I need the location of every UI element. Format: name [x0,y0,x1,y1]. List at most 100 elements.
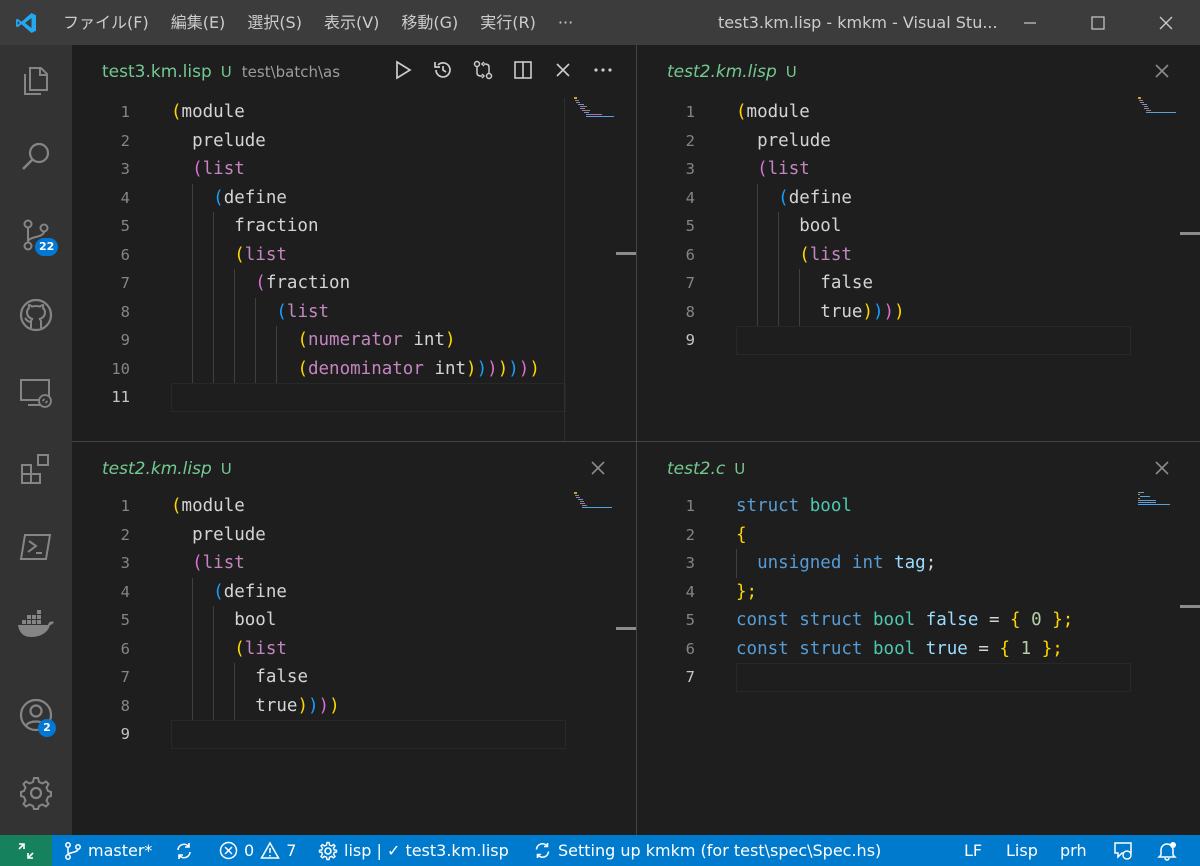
code-line: bool [234,610,277,630]
editor-group-top-right: test2.km.lisp U 1 (module 2 prelude 3 (li… [637,45,1200,441]
code-line: true)))) [255,695,340,716]
bell-icon [1157,841,1177,861]
github-icon[interactable] [0,287,72,343]
editor-tab[interactable]: test3.km.lisp U test\batch\as [72,45,636,98]
eol-status[interactable]: LF [964,835,982,866]
feedback-button[interactable] [1112,835,1134,866]
untracked-status: U [785,62,797,81]
problems-status[interactable]: 0 7 [219,835,296,866]
notifications-button[interactable] [1157,835,1177,866]
split-editor-icon[interactable] [512,59,534,85]
untracked-status: U [220,62,232,81]
line-number: 6 [120,245,130,264]
line-number: 10 [111,359,130,378]
line-number: 1 [120,103,130,121]
accounts-icon[interactable]: 2 [0,687,72,743]
editor-tab[interactable]: test2.km.lisp U [72,442,636,495]
menu-selection[interactable]: 選択(S) [236,0,313,45]
tab-title[interactable]: test2.c [667,459,725,479]
error-icon [219,841,238,860]
code-line: (define [213,187,287,208]
minimize-button[interactable] [996,0,1064,45]
code-line: (list [757,159,810,179]
scrollbar-thumb[interactable] [616,627,636,630]
code-line: bool [799,216,842,236]
source-control-icon[interactable]: 22 [0,207,72,263]
menu-go[interactable]: 移動(G) [390,0,469,45]
code-line: prelude [757,130,831,151]
warning-count: 7 [286,841,297,860]
minimap[interactable] [1138,492,1180,522]
code-editor[interactable]: 1 struct bool 2{ 3 unsigned int tag; 4}; … [637,492,1131,692]
code-line: const struct bool false = { 0 }; [736,610,1074,630]
line-number: 5 [120,217,130,235]
lisp-task-status[interactable]: lisp | ✓ test3.km.lisp [318,835,509,866]
run-icon[interactable] [392,59,414,85]
menu-view[interactable]: 表示(V) [313,0,390,45]
line-number: 2 [685,131,695,150]
branch-status[interactable]: master* [64,835,152,866]
line-number: 9 [685,331,695,349]
editor-tab[interactable]: test2.c U [637,442,1200,495]
tab-title[interactable]: test2.km.lisp [102,459,212,479]
code-editor[interactable]: 1 (module 2 prelude 3 (list 4 (define 5 b… [637,98,1131,355]
language-mode-status[interactable]: Lisp [1006,835,1038,866]
close-window-button[interactable] [1132,0,1200,45]
code-line: (fraction [255,273,351,293]
line-number: 4 [120,188,130,207]
tab-title[interactable]: test3.km.lisp [102,62,212,82]
settings-gear-icon[interactable] [0,765,72,821]
menu-more[interactable]: ··· [547,0,584,45]
close-icon[interactable] [588,458,608,478]
docker-icon[interactable] [0,597,72,653]
more-actions-icon[interactable] [592,59,614,85]
line-number: 6 [685,639,695,658]
activity-bar: 22 2 [0,45,72,835]
scrollbar-thumb[interactable] [1180,232,1200,235]
minimap[interactable] [574,492,616,522]
scrollbar-thumb[interactable] [1180,605,1200,608]
gear-icon [318,841,338,860]
tab-title[interactable]: test2.km.lisp [667,62,777,82]
open-changes-icon[interactable] [472,59,494,85]
progress-status[interactable]: Setting up kmkm (for test\spec\Spec.hs) [533,835,881,866]
extensions-icon[interactable] [0,441,72,497]
status-bar: master* 0 7 lisp | ✓ test3.km.lisp Setti… [0,835,1200,866]
code-editor[interactable]: 1 (module 2 prelude 3 (list 4 (define 5 f… [72,98,568,412]
prh-status[interactable]: prh [1060,835,1087,866]
close-icon[interactable] [1152,458,1172,478]
timeline-history-icon[interactable] [432,59,454,85]
minimap-shadow [564,98,565,441]
title-bar: ファイル(F) 編集(E) 選択(S) 表示(V) 移動(G) 実行(R) ··… [0,0,1200,45]
code-line: prelude [192,130,266,151]
close-icon[interactable] [552,59,574,85]
menu-file[interactable]: ファイル(F) [52,0,160,45]
sync-button[interactable] [174,835,194,866]
current-line-highlight [736,326,1131,355]
line-number: 5 [685,611,695,629]
remote-explorer-icon[interactable] [0,365,72,421]
line-number: 4 [120,582,130,601]
line-number: 3 [120,554,130,572]
search-icon[interactable] [0,129,72,185]
code-editor[interactable]: 1 (module 2 prelude 3 (list 4 (define 5 b… [72,492,568,749]
code-line: prelude [192,524,266,545]
minimap[interactable] [574,97,616,127]
menu-edit[interactable]: 編集(E) [160,0,237,45]
remote-indicator-button[interactable] [0,835,52,866]
maximize-button[interactable] [1064,0,1132,45]
close-icon[interactable] [1152,61,1172,81]
accounts-badge: 2 [38,719,56,737]
line-number: 2 [685,525,695,544]
powershell-icon[interactable] [0,519,72,575]
explorer-icon[interactable] [0,53,72,109]
editor-tab[interactable]: test2.km.lisp U [637,45,1200,98]
menu-run[interactable]: 実行(R) [469,0,547,45]
minimap[interactable] [1138,97,1180,127]
code-line: unsigned int tag; [757,553,937,573]
warning-icon [260,841,280,859]
scrollbar-thumb[interactable] [616,252,636,255]
current-line-highlight [171,720,566,749]
branch-name: master* [88,841,153,860]
code-line: (module [171,496,245,516]
